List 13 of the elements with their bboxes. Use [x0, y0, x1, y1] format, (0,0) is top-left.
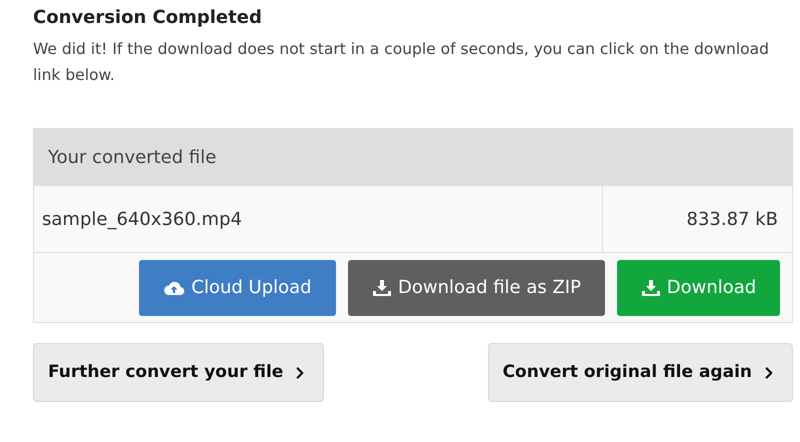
file-name-cell-text: sample_640x360.mp4: [41, 208, 243, 232]
table-header: Your converted file: [34, 129, 792, 185]
heading: Conversion Completed: [33, 6, 263, 30]
convert-link-button[interactable]: Further convert your file: [33, 343, 324, 402]
convert-link-button[interactable]: Convert original file again: [488, 343, 793, 402]
file-size-cell: 833.87 kB: [602, 186, 792, 252]
action-button[interactable]: Cloud Upload: [139, 260, 336, 316]
cloud-upload-icon: [163, 280, 186, 296]
action-button[interactable]: Download file as ZIP: [348, 260, 605, 316]
action-button[interactable]: Download: [617, 260, 780, 316]
download-icon: [372, 278, 392, 296]
message-text: We did it! If the download does not start in a couple of seconds, you can click on the download link below.: [33, 39, 770, 86]
download-icon: [640, 278, 661, 296]
